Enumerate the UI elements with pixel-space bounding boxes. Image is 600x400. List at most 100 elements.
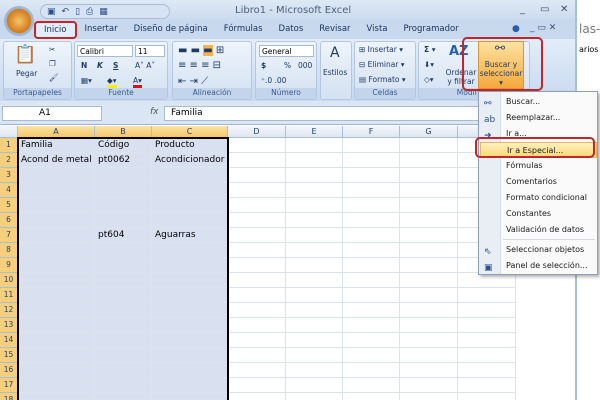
office-button[interactable] <box>4 6 34 36</box>
cell-G17[interactable] <box>400 378 458 393</box>
cell-G2[interactable] <box>400 153 458 168</box>
menu-item-1[interactable]: ab Reemplazar... <box>480 110 597 126</box>
cell-B12[interactable] <box>95 303 152 318</box>
cell-B16[interactable] <box>95 363 152 378</box>
cell-C3[interactable] <box>152 168 228 183</box>
cell-E15[interactable] <box>286 348 343 363</box>
cell-A4[interactable] <box>18 183 95 198</box>
cell-D18[interactable] <box>228 393 286 400</box>
cell-D7[interactable] <box>228 228 286 243</box>
select-all-corner[interactable] <box>0 126 18 138</box>
cell-F5[interactable] <box>343 198 400 213</box>
row-header-9[interactable]: 9 <box>0 258 18 273</box>
cell-F16[interactable] <box>343 363 400 378</box>
cell-H17[interactable] <box>458 378 516 393</box>
column-header-F[interactable]: F <box>343 126 400 138</box>
format-cells-button[interactable]: ▤ Formato ▾ <box>359 75 406 84</box>
menu-item-7[interactable]: Constantes <box>480 206 597 222</box>
cell-E6[interactable] <box>286 213 343 228</box>
cell-H16[interactable] <box>458 363 516 378</box>
cell-D9[interactable] <box>228 258 286 273</box>
menu-item-5[interactable]: Comentarios <box>480 174 597 190</box>
cell-B14[interactable] <box>95 333 152 348</box>
fx-button[interactable]: fx <box>150 107 159 117</box>
cell-E1[interactable] <box>286 138 343 153</box>
row-header-4[interactable]: 4 <box>0 183 18 198</box>
cell-A15[interactable] <box>18 348 95 363</box>
styles-button[interactable]: Estilos <box>323 68 347 77</box>
cell-E12[interactable] <box>286 303 343 318</box>
cell-C2[interactable]: Acondicionador <box>152 153 228 168</box>
sort-filter-button[interactable]: Ordenar y filtrar <box>445 68 477 86</box>
cell-F8[interactable] <box>343 243 400 258</box>
sort-icon[interactable]: AZ <box>449 44 469 59</box>
format-painter-icon[interactable]: 🖌 <box>49 73 59 82</box>
menu-item-10[interactable]: ▣ Panel de selección... <box>480 258 597 274</box>
cell-A5[interactable] <box>18 198 95 213</box>
cell-G4[interactable] <box>400 183 458 198</box>
menu-item-2[interactable]: ➜ Ir a... <box>480 126 597 142</box>
cell-C11[interactable] <box>152 288 228 303</box>
font-color-icon[interactable]: A▾ <box>133 76 142 88</box>
column-header-E[interactable]: E <box>286 126 343 138</box>
cell-F2[interactable] <box>343 153 400 168</box>
cell-D10[interactable] <box>228 273 286 288</box>
cell-A14[interactable] <box>18 333 95 348</box>
align-icons[interactable]: ▬ ▬ ▬ ⊞ <box>178 45 224 56</box>
cell-E8[interactable] <box>286 243 343 258</box>
cell-C16[interactable] <box>152 363 228 378</box>
cell-D4[interactable] <box>228 183 286 198</box>
cell-F1[interactable] <box>343 138 400 153</box>
cell-G3[interactable] <box>400 168 458 183</box>
cell-D16[interactable] <box>228 363 286 378</box>
cut-icon[interactable]: ✂ <box>49 45 55 54</box>
cell-C12[interactable] <box>152 303 228 318</box>
cell-F13[interactable] <box>343 318 400 333</box>
cell-A13[interactable] <box>18 318 95 333</box>
cell-C5[interactable] <box>152 198 228 213</box>
cell-F7[interactable] <box>343 228 400 243</box>
cell-H14[interactable] <box>458 333 516 348</box>
row-header-2[interactable]: 2 <box>0 153 18 168</box>
borders-icon[interactable]: ▦▾ <box>81 76 92 85</box>
cell-E11[interactable] <box>286 288 343 303</box>
currency-button[interactable]: $ <box>261 61 266 70</box>
row-header-17[interactable]: 17 <box>0 378 18 393</box>
cell-B15[interactable] <box>95 348 152 363</box>
cell-A11[interactable] <box>18 288 95 303</box>
cell-B6[interactable] <box>95 213 152 228</box>
insert-cells-button[interactable]: ⊞ Insertar ▾ <box>359 45 403 54</box>
decimal-icons[interactable]: ⁺.0 .00 <box>261 76 286 85</box>
cell-G1[interactable] <box>400 138 458 153</box>
row-header-8[interactable]: 8 <box>0 243 18 258</box>
fill-color-icon[interactable]: ◆▾ <box>107 76 117 88</box>
row-header-1[interactable]: 1 <box>0 138 18 153</box>
cell-B2[interactable]: pt0062 <box>95 153 152 168</box>
cell-D15[interactable] <box>228 348 286 363</box>
menu-item-3[interactable]: Ir a Especial... <box>480 142 597 158</box>
row-header-15[interactable]: 15 <box>0 348 18 363</box>
cell-H12[interactable] <box>458 303 516 318</box>
cell-A1[interactable]: Familia <box>18 138 95 153</box>
cell-G14[interactable] <box>400 333 458 348</box>
tab-diseno[interactable]: Diseño de página <box>126 22 216 39</box>
cell-D14[interactable] <box>228 333 286 348</box>
cell-F15[interactable] <box>343 348 400 363</box>
row-header-7[interactable]: 7 <box>0 228 18 243</box>
tab-vista[interactable]: Vista <box>359 22 396 39</box>
cell-E10[interactable] <box>286 273 343 288</box>
row-header-13[interactable]: 13 <box>0 318 18 333</box>
font-name-select[interactable]: Calibri <box>77 45 133 57</box>
row-header-11[interactable]: 11 <box>0 288 18 303</box>
copy-icon[interactable]: ❐ <box>49 59 56 68</box>
cell-B8[interactable] <box>95 243 152 258</box>
close-icon[interactable]: ✕ <box>560 4 568 15</box>
tab-inicio[interactable]: Inicio <box>34 21 77 39</box>
cell-G8[interactable] <box>400 243 458 258</box>
cell-C8[interactable] <box>152 243 228 258</box>
paste-button[interactable]: Pegar <box>16 69 37 78</box>
cell-F14[interactable] <box>343 333 400 348</box>
cell-A2[interactable]: Acond de metal <box>18 153 95 168</box>
cell-G16[interactable] <box>400 363 458 378</box>
cell-D6[interactable] <box>228 213 286 228</box>
